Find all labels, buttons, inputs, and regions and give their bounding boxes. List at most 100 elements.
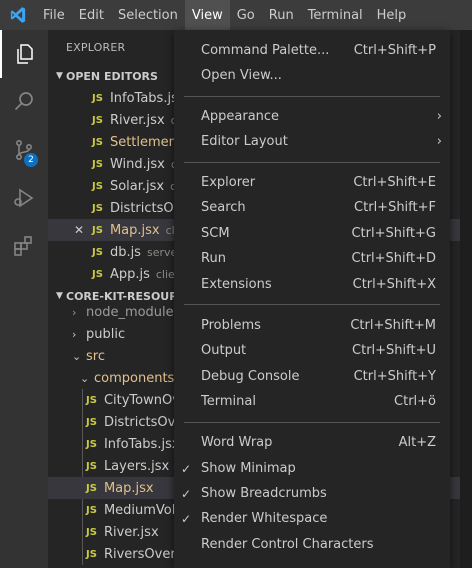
chevron-right-icon: ›	[436, 109, 442, 124]
menu-terminal[interactable]: Terminal	[301, 0, 370, 30]
menu-item-shortcut: Ctrl+Shift+G	[351, 226, 436, 241]
explorer-activity-icon[interactable]	[0, 30, 48, 78]
close-icon[interactable]: ✕	[74, 223, 84, 237]
chevron-down-icon: ⌄	[72, 349, 82, 363]
menu-item-shortcut: Alt+Z	[398, 435, 436, 450]
menu-separator	[184, 162, 440, 163]
js-file-icon: JS	[92, 92, 103, 104]
menu-item-render-control-characters[interactable]: Render Control Characters	[174, 532, 450, 557]
view-menu-dropdown: Command Palette... Ctrl+Shift+P Open Vie…	[174, 30, 450, 568]
menu-separator	[184, 422, 440, 423]
js-file-icon: JS	[92, 224, 103, 236]
file-name: Map.jsx	[103, 480, 154, 496]
file-name: Map.jsx	[109, 222, 160, 238]
menu-item-label: Show Breadcrumbs	[201, 486, 327, 501]
menu-item-editor-layout[interactable]: Editor Layout ›	[174, 129, 450, 154]
chevron-right-icon: ›	[72, 305, 77, 319]
menu-item-shortcut: Ctrl+Shift+M	[350, 318, 436, 333]
menu-item-extensions[interactable]: Extensions Ctrl+Shift+X	[174, 272, 450, 297]
menu-item-label: SCM	[201, 226, 230, 241]
menu-view[interactable]: View	[184, 0, 230, 30]
menu-item-appearance[interactable]: Appearance ›	[174, 104, 450, 129]
menu-item-label: Editor Layout	[201, 134, 288, 149]
menu-item-scm[interactable]: SCM Ctrl+Shift+G	[174, 221, 450, 246]
run-debug-activity-icon[interactable]	[0, 174, 48, 222]
menu-item-word-wrap[interactable]: Word Wrap Alt+Z	[174, 430, 450, 455]
js-file-icon: JS	[92, 202, 103, 214]
activity-bar: 2	[0, 30, 48, 568]
source-control-activity-icon[interactable]: 2	[0, 126, 48, 174]
js-file-icon: JS	[86, 416, 97, 428]
editor-area[interactable]	[460, 30, 472, 568]
menu-edit[interactable]: Edit	[72, 0, 111, 30]
menu-item-label: Show Minimap	[201, 461, 296, 476]
open-editors-title: OPEN EDITORS	[66, 69, 158, 83]
menu-item-run[interactable]: Run Ctrl+Shift+D	[174, 246, 450, 271]
menu-selection[interactable]: Selection	[111, 0, 185, 30]
menu-item-shortcut: Ctrl+Shift+E	[353, 175, 436, 190]
menu-item-label: Command Palette...	[201, 43, 330, 58]
menu-go[interactable]: Go	[230, 0, 262, 30]
menu-item-open-view[interactable]: Open View...	[174, 63, 450, 88]
menu-item-label: Terminal	[201, 394, 256, 409]
menu-help[interactable]: Help	[370, 0, 414, 30]
menu-bar: File Edit Selection View Go Run Terminal…	[0, 0, 472, 30]
menu-file[interactable]: File	[36, 0, 72, 30]
search-activity-icon[interactable]	[0, 78, 48, 126]
js-file-icon: JS	[92, 268, 103, 280]
js-file-icon: JS	[86, 482, 97, 494]
check-icon: ✓	[181, 511, 192, 526]
js-file-icon: JS	[86, 504, 97, 516]
menu-item-label: Word Wrap	[201, 435, 273, 450]
chevron-down-icon: ▼	[56, 291, 63, 301]
menu-item-shortcut: Ctrl+Shift+U	[352, 343, 436, 358]
menu-item-output[interactable]: Output Ctrl+Shift+U	[174, 338, 450, 363]
menu-item-debug-console[interactable]: Debug Console Ctrl+Shift+Y	[174, 364, 450, 389]
menu-item-render-whitespace[interactable]: ✓ Render Whitespace	[174, 506, 450, 531]
menu-item-show-breadcrumbs[interactable]: ✓ Show Breadcrumbs	[174, 481, 450, 506]
file-name: App.js	[109, 266, 150, 282]
folder-name: public	[86, 326, 126, 342]
menu-item-command-palette[interactable]: Command Palette... Ctrl+Shift+P	[174, 38, 450, 63]
explorer-title: EXPLORER	[66, 41, 126, 54]
folder-name: src	[86, 348, 105, 364]
chevron-down-icon: ⌄	[80, 371, 90, 385]
js-file-icon: JS	[92, 246, 103, 258]
js-file-icon: JS	[92, 136, 103, 148]
menu-item-label: Appearance	[201, 109, 280, 124]
check-icon: ✓	[181, 486, 192, 501]
menu-item-search[interactable]: Search Ctrl+Shift+F	[174, 195, 450, 220]
folder-name: components	[94, 370, 175, 386]
js-file-icon: JS	[86, 394, 97, 406]
menu-item-label: Explorer	[201, 175, 256, 190]
file-name: db.js	[109, 244, 141, 260]
menu-item-label: Output	[201, 343, 247, 358]
js-file-icon: JS	[86, 526, 97, 538]
file-name: Layers.jsx	[103, 458, 170, 474]
menu-item-label: Problems	[201, 318, 261, 333]
file-name: InfoTabs.jsx	[103, 436, 180, 452]
js-file-icon: JS	[92, 180, 103, 192]
menu-item-shortcut: Ctrl+Shift+D	[351, 251, 436, 266]
menu-separator	[184, 304, 440, 305]
menu-item-label: Debug Console	[201, 369, 300, 384]
js-file-icon: JS	[92, 114, 103, 126]
extensions-activity-icon[interactable]	[0, 222, 48, 270]
js-file-icon: JS	[86, 548, 97, 560]
menu-item-label: Render Whitespace	[201, 511, 328, 526]
menu-item-label: Search	[201, 200, 246, 215]
folder-name: node_modules	[86, 304, 181, 320]
check-icon: ✓	[181, 461, 192, 476]
vscode-window: File Edit Selection View Go Run Terminal…	[0, 0, 472, 568]
menu-item-shortcut: Ctrl+Shift+F	[354, 200, 436, 215]
menu-item-show-minimap[interactable]: ✓ Show Minimap	[174, 456, 450, 481]
menu-item-label: Run	[201, 251, 226, 266]
file-name: River.jsx	[109, 112, 165, 128]
file-name: Wind.jsx	[109, 156, 165, 172]
menu-item-explorer[interactable]: Explorer Ctrl+Shift+E	[174, 170, 450, 195]
menu-item-problems[interactable]: Problems Ctrl+Shift+M	[174, 313, 450, 338]
menu-item-terminal[interactable]: Terminal Ctrl+ö	[174, 389, 450, 414]
menu-run[interactable]: Run	[262, 0, 301, 30]
menu-item-shortcut: Ctrl+Shift+X	[352, 277, 436, 292]
scm-badge: 2	[24, 153, 38, 167]
